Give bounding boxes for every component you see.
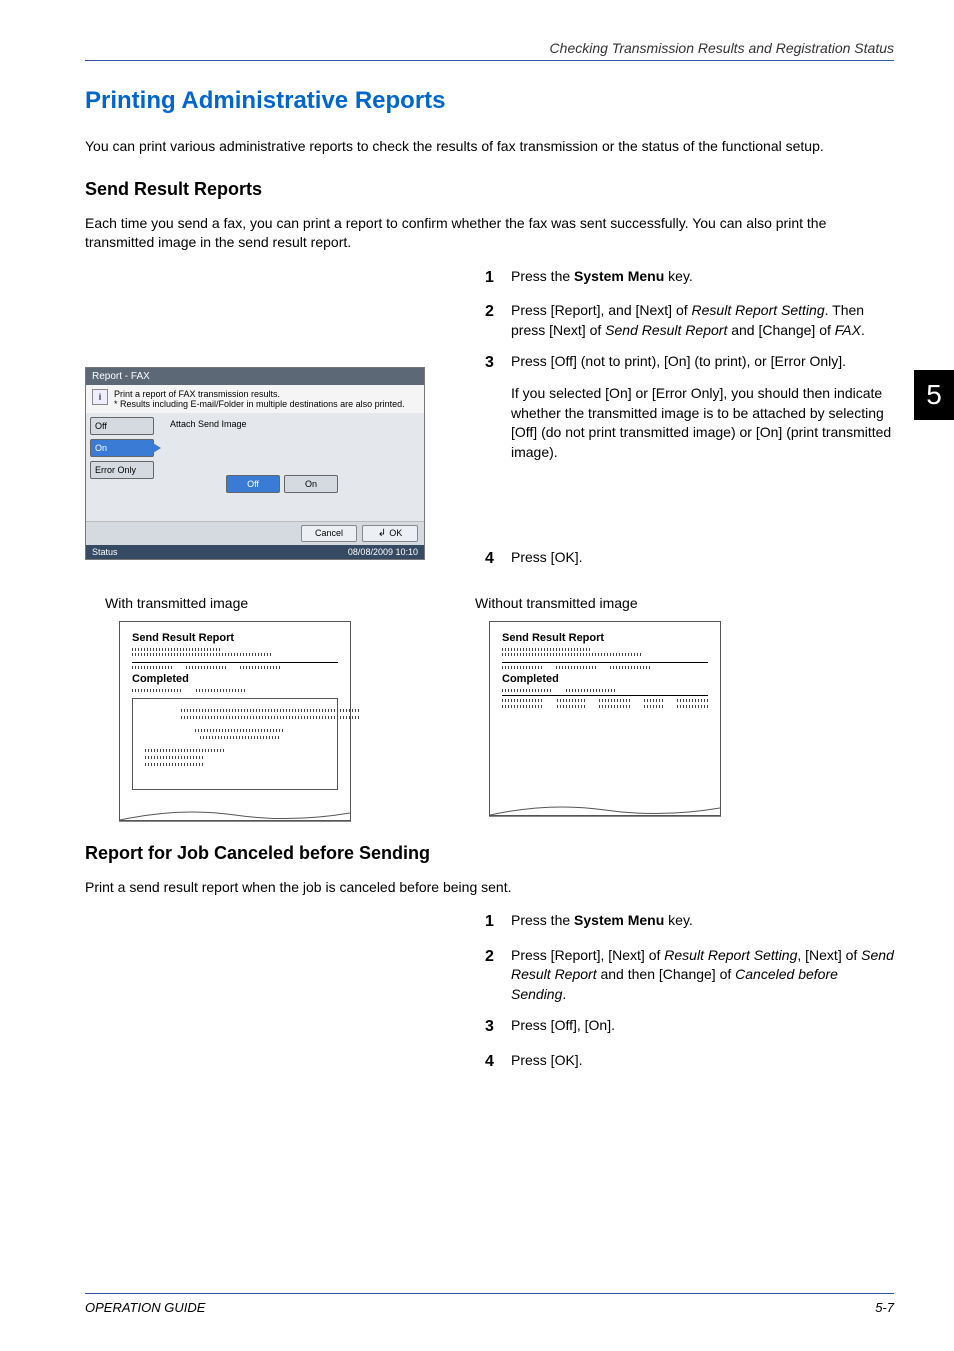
report-title: Send Result Report [502,632,708,644]
option-error-only[interactable]: Error Only [90,461,154,479]
page-footer: OPERATION GUIDE 5-7 [85,1293,894,1315]
cancel-button[interactable]: Cancel [301,525,357,542]
attach-label: Attach Send Image [170,419,416,429]
intro-paragraph: You can print various administrative rep… [85,137,894,157]
step-number: 1 [485,911,511,933]
step-number: 1 [485,267,511,289]
panel-info-line2: * Results including E-mail/Folder in mul… [114,399,405,409]
section-heading: Report for Job Canceled before Sending [85,843,894,864]
step-number: 3 [485,1016,511,1038]
page-title: Printing Administrative Reports [85,87,894,115]
step-item: 4 Press [OK]. [485,1051,894,1073]
step-text: Press the System Menu key. [511,911,894,933]
section-paragraph: Print a send result report when the job … [85,878,894,898]
option-on[interactable]: On [90,439,154,457]
step-text: Press [OK]. [511,1051,894,1073]
step-text: Press [Report], [Next] of Result Report … [511,946,894,1005]
sample-with-image: Send Result Report Completed [119,621,351,821]
chapter-tab: 5 [914,370,954,420]
sample-caption: Without transmitted image [475,595,725,611]
panel-info: i Print a report of FAX transmission res… [86,385,424,413]
cancel-label: Cancel [315,528,343,538]
footer-right: 5-7 [875,1300,894,1315]
step-item: 2 Press [Report], [Next] of Result Repor… [485,946,894,1005]
breadcrumb: Checking Transmission Results and Regist… [550,40,894,56]
step-item: 2 Press [Report], and [Next] of Result R… [485,301,894,340]
image-thumbnail [132,698,338,790]
step-text: Press [Off], [On]. [511,1016,894,1038]
ok-label: OK [389,528,402,538]
status-datetime: 08/08/2009 10:10 [348,547,418,557]
sample-without-image: Send Result Report Completed [489,621,721,816]
step-item: 3 Press [Off], [On]. [485,1016,894,1038]
step-number: 2 [485,301,511,340]
footer-left: OPERATION GUIDE [85,1300,205,1315]
info-icon: i [92,389,108,405]
sample-caption: With transmitted image [105,595,355,611]
panel-info-line1: Print a report of FAX transmission resul… [114,389,405,399]
attach-on[interactable]: On [284,475,338,493]
status-label: Status [92,547,118,557]
section-heading: Send Result Reports [85,179,894,200]
step-text: Press [OK]. [511,548,894,570]
enter-icon: ↲ [378,528,386,539]
section-paragraph: Each time you send a fax, you can print … [85,214,894,253]
step-item: 1 Press the System Menu key. [485,911,894,933]
step-item: 1 Press the System Menu key. [485,267,894,289]
step-text: Press [Off] (not to print), [On] (to pri… [511,352,894,462]
steps-list: 1 Press the System Menu key. 2 Press [Re… [485,267,894,571]
report-status: Completed [502,673,708,685]
panel-title: Report - FAX [86,368,424,385]
step-number: 4 [485,1051,511,1073]
report-status: Completed [132,673,338,685]
step-number: 4 [485,548,511,570]
step-number: 3 [485,352,511,462]
step-item: 4 Press [OK]. [485,548,894,570]
ok-button[interactable]: ↲OK [362,525,418,542]
page-header: Checking Transmission Results and Regist… [85,40,894,61]
attach-off[interactable]: Off [226,475,280,493]
step-text: Press the System Menu key. [511,267,894,289]
step-number: 2 [485,946,511,1005]
step-item: 3 Press [Off] (not to print), [On] (to p… [485,352,894,462]
report-title: Send Result Report [132,632,338,644]
device-panel: Report - FAX i Print a report of FAX tra… [85,367,425,560]
step-text: Press [Report], and [Next] of Result Rep… [511,301,894,340]
option-off[interactable]: Off [90,417,154,435]
steps-list: 1 Press the System Menu key. 2 Press [Re… [485,911,894,1073]
step-aftertext: If you selected [On] or [Error Only], yo… [511,385,891,460]
